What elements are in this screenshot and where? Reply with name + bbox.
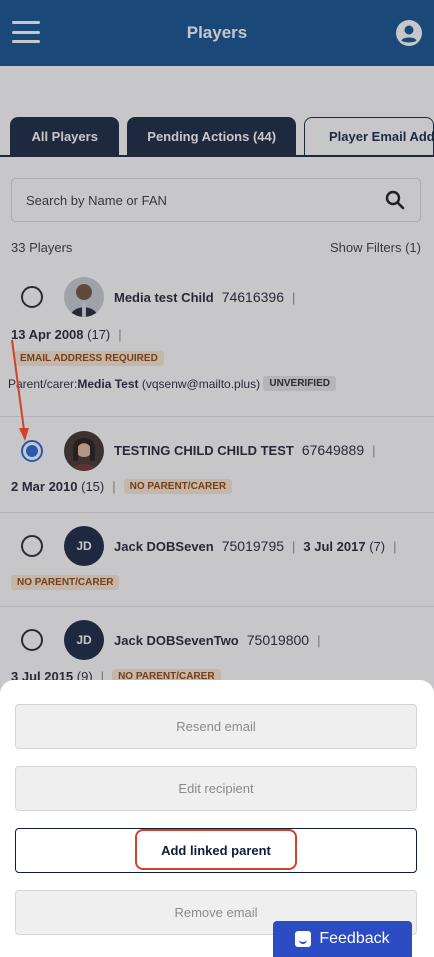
player-dob: 2 Mar 2010 — [11, 479, 78, 494]
avatar: JD — [64, 526, 104, 566]
player-fan: 75019800 — [246, 632, 310, 648]
player-fan: 74616396 — [221, 289, 284, 305]
player-count: 33 Players — [11, 240, 73, 255]
parent-label: Parent/carer: — [8, 376, 78, 391]
separator: | — [291, 289, 296, 305]
player-fan: 75019795 — [221, 538, 285, 554]
list-item: Media test Child 74616396 | 13 Apr 2008 … — [0, 268, 434, 417]
tab-player-email[interactable]: Player Email Add — [304, 117, 434, 155]
player-name[interactable]: TESTING CHILD CHILD TEST — [114, 443, 294, 458]
feedback-icon — [295, 931, 312, 947]
avatar — [64, 277, 104, 317]
player-dob: 13 Apr 2008 — [11, 327, 84, 342]
separator: | — [292, 538, 296, 554]
list-item: JD Jack DOBSeven 75019795 | 3 Jul 2017 (… — [0, 513, 434, 607]
list-meta: 33 Players Show Filters (1) — [11, 240, 421, 255]
list-item: TESTING CHILD CHILD TEST 67649889 | 2 Ma… — [0, 417, 434, 513]
add-linked-parent-button[interactable]: Add linked parent — [15, 828, 417, 873]
action-sheet: Resend email Edit recipient Add linked p… — [0, 680, 434, 957]
player-age: (15) — [81, 479, 105, 494]
separator: | — [393, 538, 397, 554]
feedback-button[interactable]: Feedback — [273, 921, 412, 957]
account-circle-icon[interactable] — [396, 20, 422, 46]
player-age: (7) — [369, 538, 386, 554]
hamburger-menu-icon[interactable] — [12, 21, 40, 43]
player-age: (17) — [87, 327, 111, 342]
separator: | — [118, 327, 122, 342]
status-badge: EMAIL ADDRESS REQUIRED — [14, 351, 164, 366]
player-name[interactable]: Media test Child — [114, 290, 214, 305]
search-icon[interactable] — [384, 189, 406, 211]
player-name[interactable]: Jack DOBSevenTwo — [114, 633, 239, 648]
player-dob: 3 Jul 2017 — [303, 538, 366, 554]
player-select-radio[interactable] — [21, 286, 43, 308]
resend-email-button[interactable]: Resend email — [15, 704, 417, 749]
separator: | — [372, 442, 376, 458]
verification-badge: UNVERIFIED — [263, 376, 336, 391]
separator: | — [317, 632, 321, 648]
feedback-label: Feedback — [319, 930, 390, 947]
status-badge: NO PARENT/CARER — [11, 575, 120, 590]
player-name[interactable]: Jack DOBSeven — [114, 539, 214, 554]
player-fan: 67649889 — [301, 442, 365, 458]
edit-recipient-button[interactable]: Edit recipient — [15, 766, 417, 811]
tabs-divider — [0, 155, 434, 157]
search-input[interactable]: Search by Name or FAN — [26, 193, 384, 208]
page-title: Players — [186, 23, 248, 42]
avatar: JD — [64, 620, 104, 660]
avatar — [64, 431, 104, 471]
search-field[interactable]: Search by Name or FAN — [11, 178, 421, 222]
parent-email: (vqsenw@mailto.plus) — [141, 376, 261, 391]
player-select-radio[interactable] — [21, 535, 43, 557]
separator: | — [112, 479, 116, 494]
show-filters-link[interactable]: Show Filters (1) — [330, 240, 421, 255]
player-select-radio[interactable] — [21, 629, 43, 651]
tab-pending-actions[interactable]: Pending Actions (44) — [127, 117, 296, 155]
parent-name: Media Test — [77, 376, 139, 391]
tab-all-players[interactable]: All Players — [10, 117, 120, 155]
status-badge: NO PARENT/CARER — [123, 479, 233, 494]
tab-bar: All Players Pending Actions (44) Player … — [10, 117, 434, 155]
player-select-radio[interactable] — [21, 440, 43, 462]
app-header: Players — [0, 0, 434, 66]
